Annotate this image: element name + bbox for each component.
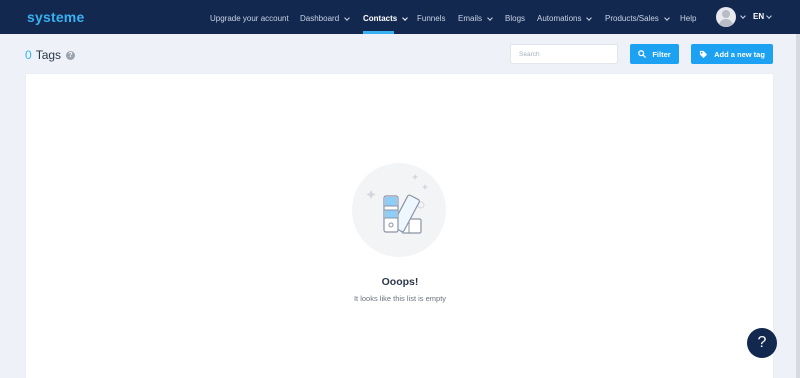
language-selector[interactable]: EN (753, 12, 764, 21)
add-tag-button[interactable]: Add a new tag (691, 44, 773, 64)
filter-button[interactable]: Filter (630, 44, 679, 64)
systeme-logo[interactable]: systeme (27, 9, 84, 25)
empty-state-title: Ooops! (381, 276, 419, 288)
page-title: 0 Tags ? (25, 48, 76, 62)
nav-automations[interactable]: Automations (537, 12, 593, 26)
nav-label: Dashboard (300, 14, 340, 23)
nav-label: Automations (537, 14, 582, 23)
nav-label: Upgrade your account (210, 14, 289, 23)
empty-state-subtitle: It looks like this list is empty (353, 294, 447, 303)
avatar-head (722, 10, 730, 18)
chevron-down-icon (586, 14, 593, 21)
active-tab-indicator (363, 31, 394, 34)
help-chat-button[interactable]: ? (747, 328, 777, 358)
nav-label: Blogs (505, 14, 526, 23)
chevron-down-icon[interactable] (766, 13, 772, 19)
color-swatch-icon (352, 163, 446, 257)
page-scrollbar[interactable] (796, 34, 800, 378)
user-avatar-icon[interactable] (716, 7, 736, 27)
nav-label: Funnels (417, 14, 446, 23)
nav-emails[interactable]: Emails (458, 12, 493, 26)
nav-help[interactable]: Help (680, 12, 696, 26)
chevron-down-icon (344, 14, 350, 21)
filter-label: Filter (652, 49, 671, 59)
chevron-down-icon (402, 14, 409, 21)
tag-count: 0 (25, 48, 32, 62)
nav-products-sales[interactable]: Products/Sales (605, 12, 670, 26)
nav-label: Products/Sales (605, 14, 659, 23)
chevron-down-icon (487, 14, 493, 21)
top-navbar: systeme Upgrade your account Dashboard C… (0, 0, 800, 34)
search-icon (638, 50, 647, 58)
page-title-text: Tags (35, 48, 62, 62)
nav-blogs[interactable]: Blogs (505, 12, 525, 26)
nav-label: Contacts (363, 14, 398, 23)
chevron-down-icon (663, 14, 670, 21)
nav-label: Help (680, 14, 697, 23)
nav-funnels[interactable]: Funnels (417, 12, 445, 26)
question-circle-icon[interactable]: ? (66, 50, 76, 60)
nav-label: Emails (458, 14, 483, 23)
nav-upgrade-account[interactable]: Upgrade your account (210, 12, 289, 26)
avatar-body (719, 19, 733, 27)
tag-icon (699, 50, 708, 58)
nav-dashboard[interactable]: Dashboard (300, 12, 350, 26)
chevron-down-icon[interactable] (740, 13, 746, 19)
add-tag-label: Add a new tag (714, 49, 765, 59)
search-input[interactable] (510, 44, 618, 64)
nav-contacts[interactable]: Contacts (363, 12, 409, 26)
